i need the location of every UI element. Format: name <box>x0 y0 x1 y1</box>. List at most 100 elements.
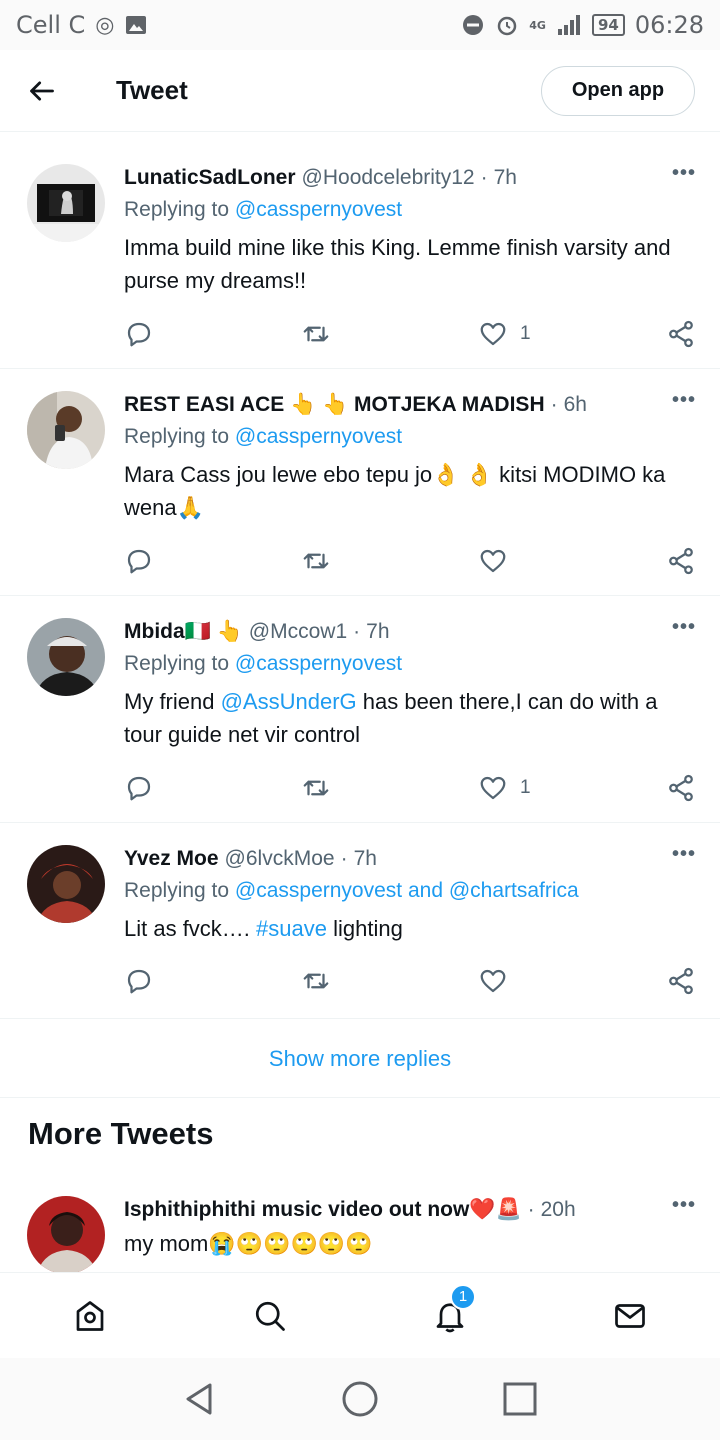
author-name[interactable]: LunaticSadLoner <box>124 166 296 190</box>
separator-dot: · <box>527 1198 535 1221</box>
replying-to-link[interactable]: @casspernyovest <box>235 425 402 448</box>
heart-icon <box>480 549 506 573</box>
replying-to-label: Replying to <box>124 425 230 448</box>
author-name[interactable]: Isphithiphithi music video out now❤️🚨 <box>124 1198 522 1222</box>
nav-home[interactable] <box>0 1298 180 1334</box>
share-button[interactable] <box>666 966 696 996</box>
avatar[interactable] <box>27 391 105 469</box>
retweet-icon <box>303 973 329 989</box>
replying-to-line: Replying to @casspernyovest <box>124 425 696 457</box>
share-button[interactable] <box>666 319 696 349</box>
more-options-icon[interactable]: ••• <box>672 1194 696 1217</box>
author-handle[interactable]: @Mccow1 <box>249 620 347 644</box>
action-bar: 1 <box>124 768 696 808</box>
avatar[interactable] <box>27 1196 105 1274</box>
author-name[interactable]: REST EASI ACE 👆 👆 MOTJEKA MADISH <box>124 393 545 417</box>
author-name[interactable]: Mbida🇮🇹 👆 <box>124 620 243 644</box>
like-button[interactable] <box>478 966 655 996</box>
retweet-button[interactable] <box>301 773 478 803</box>
author-handle[interactable]: @6lvckMoe <box>225 847 335 871</box>
comment-icon <box>127 322 151 347</box>
action-bar: 1 <box>124 314 696 354</box>
reply-button[interactable] <box>124 319 301 349</box>
separator-dot: · <box>550 393 558 416</box>
gallery-icon <box>126 16 147 34</box>
show-more-replies-button[interactable]: Show more replies <box>0 1020 720 1098</box>
nav-messages[interactable] <box>540 1298 720 1334</box>
nav-notifications[interactable]: 1 <box>360 1283 540 1334</box>
replying-to-link[interactable]: @casspernyovest <box>235 652 402 675</box>
replying-to-line: Replying to @casspernyovest <box>124 198 696 230</box>
more-tweet-item[interactable]: Isphithiphithi music video out now❤️🚨 · … <box>0 1186 720 1276</box>
like-button[interactable]: 1 <box>478 773 655 803</box>
replying-to-link[interactable]: @casspernyovest and @chartsafrica <box>235 879 579 902</box>
retweet-icon <box>303 553 329 569</box>
like-button[interactable]: 1 <box>478 319 655 349</box>
timestamp[interactable]: 7h <box>366 620 389 644</box>
timestamp[interactable]: 7h <box>354 847 377 871</box>
avatar[interactable] <box>27 164 105 242</box>
replying-to-line: Replying to @casspernyovest <box>124 652 696 684</box>
like-button[interactable] <box>478 546 655 576</box>
reply-item[interactable]: Mbida🇮🇹 👆 @Mccow1 · 7h ••• Replying to @… <box>0 596 720 823</box>
timestamp[interactable]: 7h <box>494 166 517 190</box>
reply-text: Lit as fvck…. #suave lighting <box>124 912 696 945</box>
more-options-icon[interactable]: ••• <box>672 389 696 412</box>
reply-button[interactable] <box>124 546 301 576</box>
avatar[interactable] <box>27 618 105 696</box>
more-options-icon[interactable]: ••• <box>672 843 696 866</box>
signal-icon <box>557 15 580 35</box>
action-bar <box>124 961 696 1001</box>
reply-text: My friend @AssUnderG has been there,I ca… <box>124 685 696 751</box>
dnd-icon <box>463 15 484 35</box>
replying-to-label: Replying to <box>124 879 230 902</box>
reply-text-part: Lit as fvck…. <box>124 916 257 941</box>
comment-icon <box>127 549 151 574</box>
more-options-icon[interactable]: ••• <box>672 616 696 639</box>
replying-to-label: Replying to <box>124 652 230 675</box>
reply-item[interactable]: Yvez Moe @6lvckMoe · 7h ••• Replying to … <box>0 823 720 1019</box>
reply-item[interactable]: REST EASI ACE 👆 👆 MOTJEKA MADISH · 6h ••… <box>0 369 720 596</box>
alarm-icon <box>498 16 517 36</box>
more-options-icon[interactable]: ••• <box>672 162 696 185</box>
retweet-button[interactable] <box>301 966 478 996</box>
share-button[interactable] <box>666 546 696 576</box>
retweet-button[interactable] <box>301 319 478 349</box>
battery-indicator: 94 <box>591 14 625 36</box>
reply-button[interactable] <box>124 966 301 996</box>
timestamp[interactable]: 20h <box>541 1198 576 1222</box>
home-circle-icon[interactable] <box>340 1379 380 1419</box>
page-title: Tweet <box>116 75 188 105</box>
back-icon[interactable] <box>180 1379 220 1419</box>
separator-dot: · <box>480 166 488 189</box>
timestamp[interactable]: 6h <box>564 393 587 417</box>
home-icon <box>76 1300 104 1331</box>
nav-search[interactable] <box>180 1298 360 1334</box>
replying-to-line: Replying to @casspernyovest and @chartsa… <box>124 879 696 911</box>
mention-link[interactable]: @AssUnderG <box>221 689 357 714</box>
replying-to-link[interactable]: @casspernyovest <box>235 198 402 221</box>
share-icon <box>669 320 693 348</box>
back-button[interactable] <box>0 50 84 132</box>
network-label: 4G <box>529 18 546 32</box>
carrier-label: Cell C <box>16 11 86 39</box>
heart-icon <box>480 776 506 800</box>
like-count: 1 <box>520 323 531 344</box>
avatar[interactable] <box>27 845 105 923</box>
recents-icon[interactable] <box>500 1379 540 1419</box>
open-app-button[interactable]: Open app <box>541 65 695 116</box>
tweet-text: my mom😭🙄🙄🙄🙄🙄 <box>124 1231 373 1256</box>
separator-dot: · <box>353 620 361 643</box>
retweet-button[interactable] <box>301 546 478 576</box>
reply-text-part: My friend <box>124 689 221 714</box>
clock: 06:28 <box>634 11 704 39</box>
author-name[interactable]: Yvez Moe <box>124 847 219 871</box>
heart-icon <box>480 969 506 993</box>
share-icon <box>669 774 693 802</box>
author-handle[interactable]: @Hoodcelebrity12 <box>302 166 475 190</box>
reply-item[interactable]: LunaticSadLoner @Hoodcelebrity12 · 7h ••… <box>0 142 720 369</box>
share-button[interactable] <box>666 773 696 803</box>
hashtag-link[interactable]: #suave <box>256 916 327 941</box>
hotspot-icon: ◎ <box>95 12 115 38</box>
reply-button[interactable] <box>124 773 301 803</box>
